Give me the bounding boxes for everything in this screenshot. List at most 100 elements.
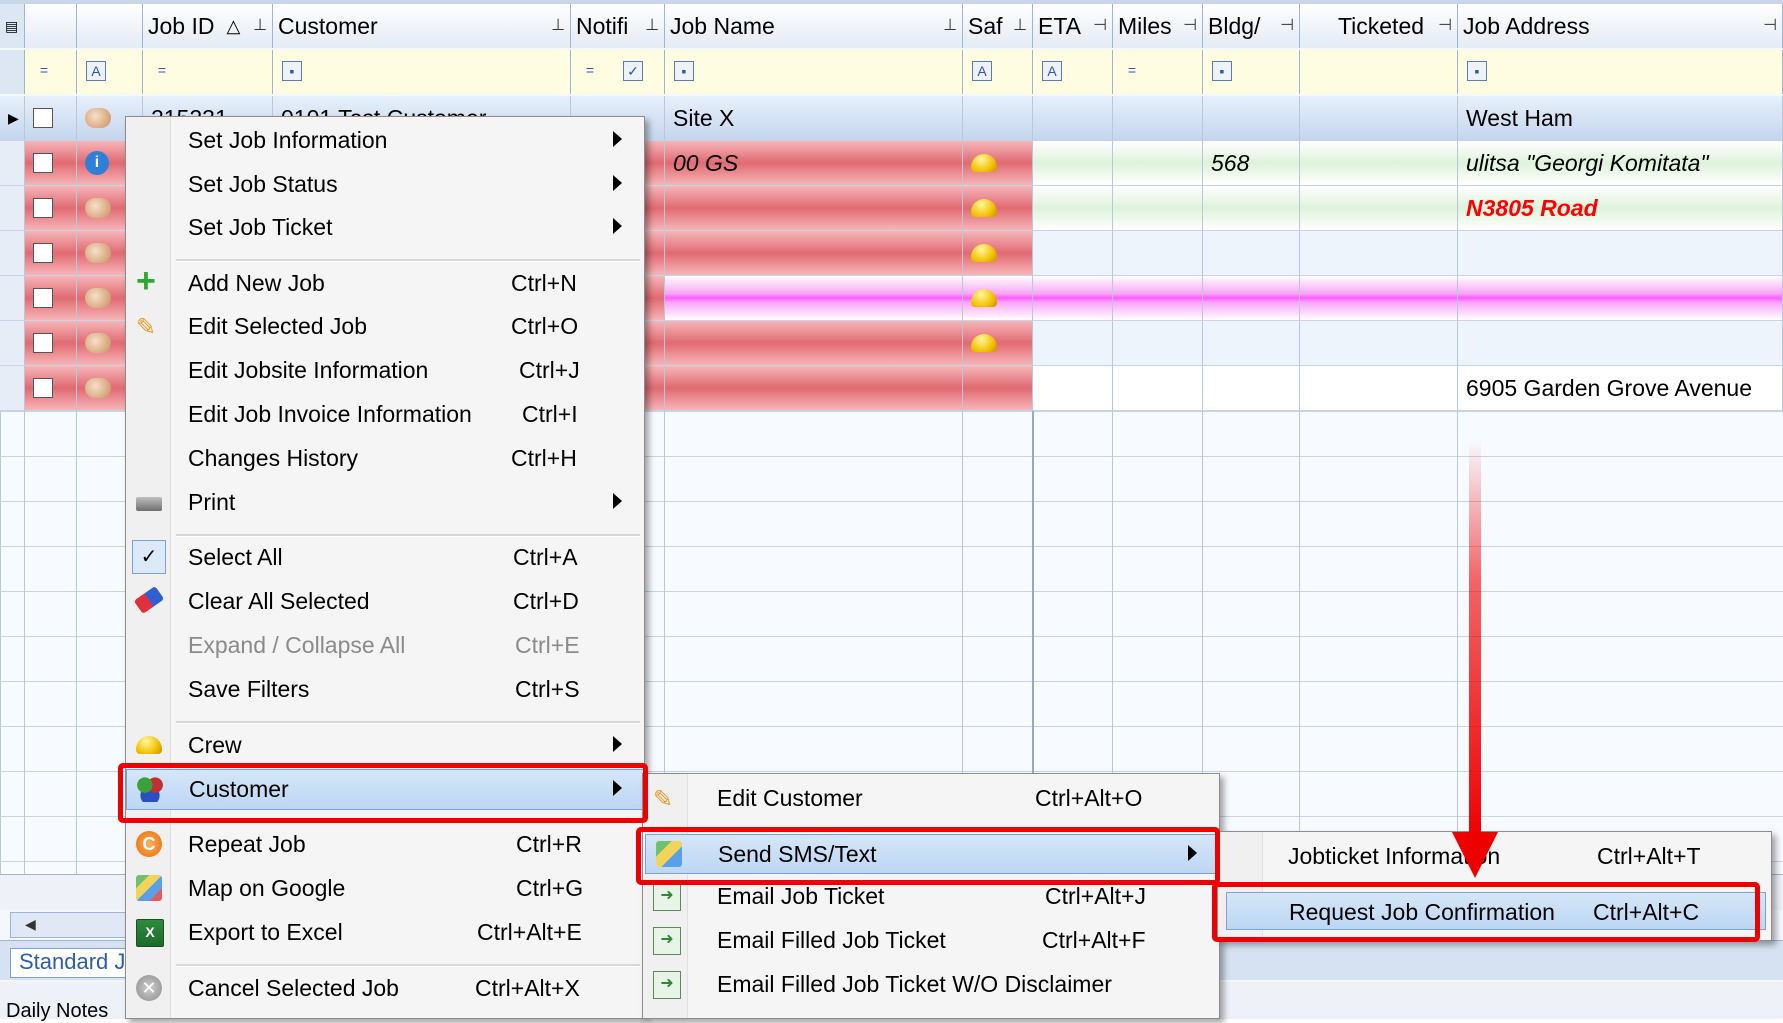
ticketed-cell[interactable] bbox=[1300, 141, 1458, 186]
menu-item-edit-customer[interactable]: ✎ Edit Customer Ctrl+Alt+O bbox=[643, 779, 1219, 818]
bldg-cell[interactable] bbox=[1203, 366, 1300, 411]
job-name-cell[interactable] bbox=[665, 276, 963, 321]
filter-job-id[interactable]: = bbox=[143, 50, 273, 94]
menu-item-map-on-google[interactable]: Map on Google Ctrl+G bbox=[126, 869, 644, 908]
eta-cell[interactable] bbox=[1033, 96, 1113, 141]
eta-cell[interactable] bbox=[1033, 321, 1113, 366]
menu-item-cancel-selected-job[interactable]: ✕ Cancel Selected Job Ctrl+Alt+X bbox=[126, 969, 644, 1008]
menu-item-edit-selected-job[interactable]: ✎ Edit Selected Job Ctrl+O bbox=[126, 307, 644, 346]
filter-job-address[interactable]: ▪ bbox=[1458, 50, 1783, 94]
scroll-left-icon[interactable]: ◀ bbox=[25, 916, 36, 933]
menu-item-save-filters[interactable]: Save Filters Ctrl+S bbox=[126, 670, 644, 709]
row-checkbox-cell[interactable] bbox=[25, 276, 77, 321]
column-chooser-icon[interactable]: ▤ bbox=[0, 4, 25, 48]
header-icon[interactable] bbox=[77, 4, 143, 48]
header-customer[interactable]: Customer ⊥ bbox=[273, 4, 571, 48]
ticketed-cell[interactable] bbox=[1300, 321, 1458, 366]
pin-icon[interactable]: ⊥ bbox=[551, 15, 565, 35]
filter-notifi[interactable]: = ✓ bbox=[571, 50, 665, 94]
menu-item-set-job-status[interactable]: Set Job Status bbox=[126, 165, 644, 204]
row-checkbox[interactable] bbox=[33, 333, 53, 353]
ticketed-cell[interactable] bbox=[1300, 276, 1458, 321]
bldg-cell[interactable]: 568 bbox=[1203, 141, 1300, 186]
header-job-name[interactable]: Job Name ⊥ bbox=[665, 4, 963, 48]
row-checkbox-cell[interactable] bbox=[25, 96, 77, 141]
menu-item-add-new-job[interactable]: + Add New Job Ctrl+N bbox=[126, 264, 644, 303]
filter-row-icon[interactable] bbox=[0, 50, 25, 94]
filter-miles[interactable]: = bbox=[1113, 50, 1203, 94]
pin-icon[interactable]: ⊥ bbox=[943, 15, 957, 35]
menu-item-email-filled-job-ticket[interactable]: ➜ Email Filled Job Ticket Ctrl+Alt+F bbox=[643, 921, 1219, 960]
menu-item-changes-history[interactable]: Changes History Ctrl+H bbox=[126, 439, 644, 478]
pin-icon[interactable]: ⊣ bbox=[1438, 15, 1452, 35]
menu-item-repeat-job[interactable]: C Repeat Job Ctrl+R bbox=[126, 825, 644, 864]
header-notifi[interactable]: Notifi ⊥ bbox=[571, 4, 665, 48]
pin-icon[interactable]: ⊣ bbox=[1280, 15, 1294, 35]
job-address-cell[interactable]: ulitsa "Georgi Komitata" bbox=[1458, 141, 1783, 186]
header-job-id[interactable]: Job ID △ ⊥ bbox=[143, 4, 273, 48]
menu-item-print[interactable]: Print bbox=[126, 483, 644, 522]
job-address-cell[interactable]: N3805 Road bbox=[1458, 186, 1783, 231]
header-job-address[interactable]: Job Address ⊣ bbox=[1458, 4, 1783, 48]
ticketed-cell[interactable] bbox=[1300, 366, 1458, 411]
ticketed-cell[interactable] bbox=[1300, 186, 1458, 231]
eta-cell[interactable] bbox=[1033, 141, 1113, 186]
tab-standard-jobs[interactable]: Standard J bbox=[10, 948, 130, 978]
filter-customer[interactable]: ▪ bbox=[273, 50, 571, 94]
filter-saf[interactable]: A bbox=[963, 50, 1033, 94]
menu-item-edit-jobsite-information[interactable]: Edit Jobsite Information Ctrl+J bbox=[126, 351, 644, 390]
job-name-cell[interactable] bbox=[665, 366, 963, 411]
header-ticketed[interactable]: Ticketed ⊣ bbox=[1300, 4, 1458, 48]
job-name-cell[interactable]: 00 GS bbox=[665, 141, 963, 186]
row-checkbox-cell[interactable] bbox=[25, 366, 77, 411]
bldg-cell[interactable] bbox=[1203, 186, 1300, 231]
horizontal-scrollbar[interactable]: ◀ bbox=[10, 912, 130, 938]
ticketed-cell[interactable] bbox=[1300, 231, 1458, 276]
row-checkbox[interactable] bbox=[33, 243, 53, 263]
pin-icon[interactable]: ⊣ bbox=[1763, 15, 1777, 35]
header-saf[interactable]: Saf ⊥ bbox=[963, 4, 1033, 48]
menu-item-email-filled-job-ticket-wo-disclaimer[interactable]: ➜ Email Filled Job Ticket W/O Disclaimer bbox=[643, 965, 1219, 1004]
row-checkbox[interactable] bbox=[33, 288, 53, 308]
menu-item-select-all[interactable]: ✓ Select All Ctrl+A bbox=[126, 538, 644, 577]
filter-select[interactable]: = bbox=[25, 50, 77, 94]
miles-cell[interactable] bbox=[1113, 231, 1203, 276]
filter-icon-col[interactable]: A bbox=[77, 50, 143, 94]
bldg-cell[interactable] bbox=[1203, 96, 1300, 141]
menu-item-clear-all-selected[interactable]: Clear All Selected Ctrl+D bbox=[126, 582, 644, 621]
job-address-cell[interactable] bbox=[1458, 276, 1783, 321]
eta-cell[interactable] bbox=[1033, 231, 1113, 276]
row-checkbox-cell[interactable] bbox=[25, 141, 77, 186]
job-address-cell[interactable] bbox=[1458, 231, 1783, 276]
bldg-cell[interactable] bbox=[1203, 231, 1300, 276]
miles-cell[interactable] bbox=[1113, 276, 1203, 321]
job-address-cell[interactable] bbox=[1458, 321, 1783, 366]
saf-cell[interactable] bbox=[963, 141, 1033, 186]
eta-cell[interactable] bbox=[1033, 186, 1113, 231]
row-checkbox-cell[interactable] bbox=[25, 321, 77, 366]
row-checkbox[interactable] bbox=[33, 108, 53, 128]
eta-cell[interactable] bbox=[1033, 276, 1113, 321]
header-bldg[interactable]: Bldg/ ⊣ bbox=[1203, 4, 1300, 48]
pin-icon[interactable]: ⊥ bbox=[253, 15, 267, 35]
header-eta[interactable]: ETA ⊣ bbox=[1033, 4, 1113, 48]
filter-eta[interactable]: A bbox=[1033, 50, 1113, 94]
daily-notes-label[interactable]: Daily Notes bbox=[6, 1000, 108, 1023]
saf-cell[interactable] bbox=[963, 366, 1033, 411]
job-address-cell[interactable]: 6905 Garden Grove Avenue bbox=[1458, 366, 1783, 411]
pin-icon[interactable]: ⊥ bbox=[1013, 15, 1027, 35]
job-name-cell[interactable] bbox=[665, 231, 963, 276]
saf-cell[interactable] bbox=[963, 231, 1033, 276]
filter-job-name[interactable]: ▪ bbox=[665, 50, 963, 94]
miles-cell[interactable] bbox=[1113, 186, 1203, 231]
row-checkbox-cell[interactable] bbox=[25, 231, 77, 276]
job-address-cell[interactable]: West Ham bbox=[1458, 96, 1783, 141]
filter-bldg[interactable]: ▪ bbox=[1203, 50, 1300, 94]
ticketed-cell[interactable] bbox=[1300, 96, 1458, 141]
miles-cell[interactable] bbox=[1113, 96, 1203, 141]
bldg-cell[interactable] bbox=[1203, 321, 1300, 366]
pin-icon[interactable]: ⊥ bbox=[645, 15, 659, 35]
job-name-cell[interactable] bbox=[665, 186, 963, 231]
job-name-cell[interactable] bbox=[665, 321, 963, 366]
miles-cell[interactable] bbox=[1113, 366, 1203, 411]
